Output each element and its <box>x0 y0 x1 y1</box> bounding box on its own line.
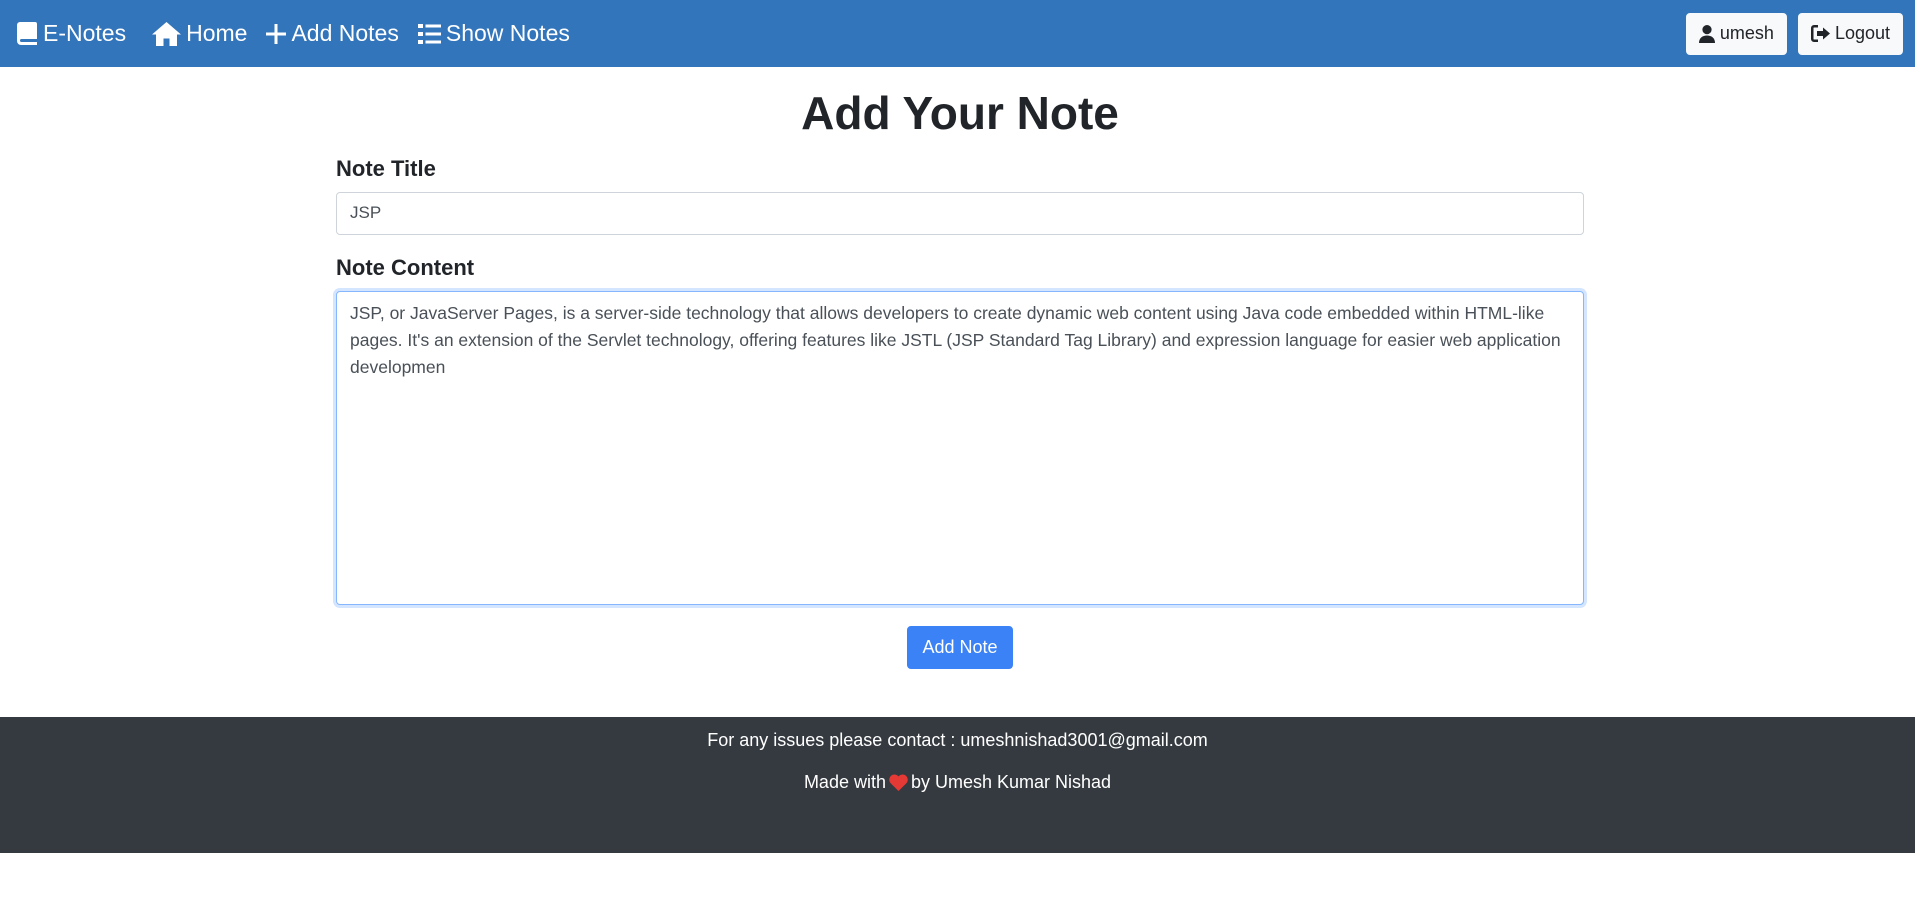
submit-row: Add Note <box>336 625 1584 669</box>
nav-add-notes-link[interactable]: Add Notes <box>266 20 399 47</box>
add-note-form: Add Your Note Note Title Note Content JS… <box>336 67 1584 717</box>
note-title-input[interactable] <box>336 191 1584 235</box>
brand-label: E-Notes <box>43 20 127 46</box>
footer-contact-text: For any issues please contact : umeshnis… <box>707 730 1208 750</box>
nav-actions: umesh Logout <box>1685 12 1903 55</box>
footer-credit: Made with by Umesh Kumar Nishad <box>0 772 1915 793</box>
home-icon <box>152 21 182 46</box>
logout-label: Logout <box>1834 23 1890 43</box>
add-note-button[interactable]: Add Note <box>907 625 1013 669</box>
book-icon <box>17 22 37 45</box>
user-button[interactable]: umesh <box>1685 12 1787 55</box>
footer-made-with-suffix: by Umesh Kumar Nishad <box>910 772 1112 792</box>
page-title: Add Your Note <box>801 87 1119 139</box>
user-label: umesh <box>1719 23 1774 43</box>
plus-icon <box>266 23 287 44</box>
nav-show-notes-link[interactable]: Show Notes <box>417 20 570 47</box>
add-notes-label: Add Notes <box>291 20 399 46</box>
user-icon <box>1698 24 1720 43</box>
note-content-label: Note Content <box>336 254 475 280</box>
note-title-label: Note Title <box>336 155 436 181</box>
brand-link[interactable]: E-Notes <box>17 20 126 47</box>
logout-button[interactable]: Logout <box>1797 12 1903 55</box>
logout-icon <box>1810 25 1835 42</box>
list-icon <box>417 23 441 44</box>
heart-icon <box>889 774 908 791</box>
footer-made-with-prefix: Made with <box>803 772 886 792</box>
nav-links: E-Notes Home Add Notes Show Notes <box>17 20 570 47</box>
home-label: Home <box>186 20 248 46</box>
nav-home-link[interactable]: Home <box>152 20 247 47</box>
page-footer: For any issues please contact : umeshnis… <box>0 717 1915 853</box>
top-navbar: E-Notes Home Add Notes Show Notes umesh … <box>0 0 1915 67</box>
show-notes-label: Show Notes <box>445 20 570 46</box>
note-content-textarea[interactable]: JSP, or JavaServer Pages, is a server-si… <box>336 290 1584 605</box>
